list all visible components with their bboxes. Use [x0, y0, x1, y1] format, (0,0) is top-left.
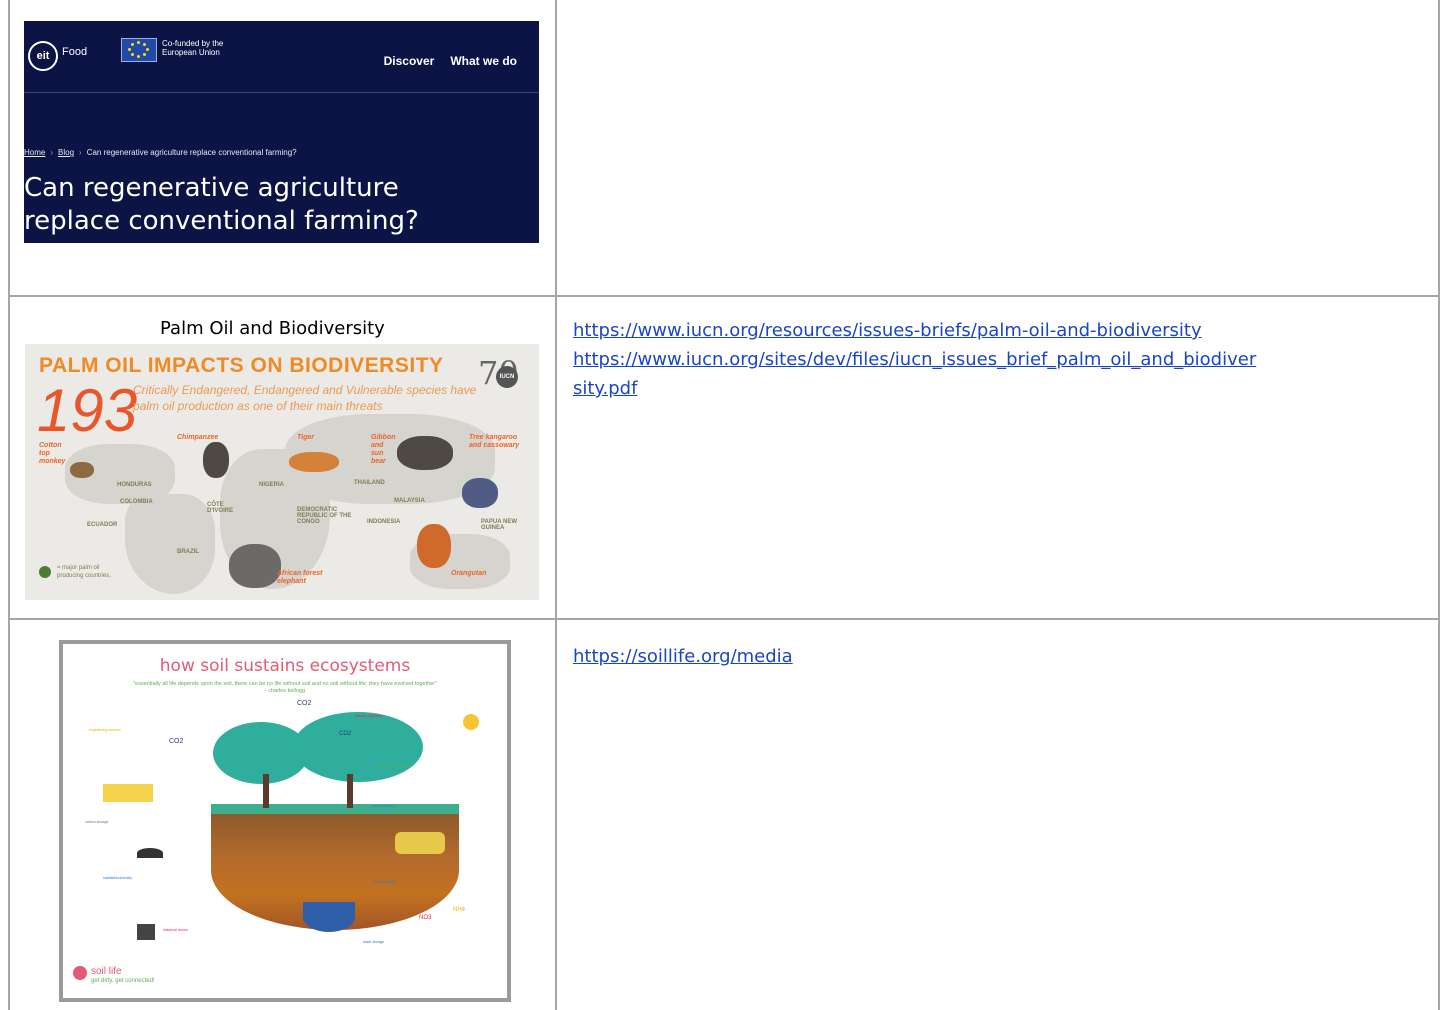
country-colombia: COLOMBIA	[120, 499, 153, 505]
infographic-title: PALM OIL IMPACTS ON BIODIVERSITY	[39, 354, 444, 377]
nav-discover: Discover	[383, 54, 435, 68]
table-border-right	[1438, 0, 1440, 1010]
tree-canopy-right	[293, 712, 423, 782]
breadcrumb-separator: ›	[79, 148, 82, 157]
label-cotton-top-monkey: Cotton top monkey	[39, 442, 66, 465]
country-thailand: THAILAND	[354, 480, 385, 486]
pdf-link-line-2: sity.pdf	[573, 378, 638, 399]
label-engineering-medium: engineering medium	[89, 728, 121, 732]
label-african-forest-elephant: African forest elephant	[277, 570, 323, 585]
label-tree-kangaroo-cassowary: Tree kangaroo and cassowary	[469, 434, 520, 449]
label-nutrient-cycling: nutrient cycling	[373, 880, 397, 884]
label-gibbon-sun-bear: Gibbon and sun bear	[371, 434, 396, 465]
water-pool	[303, 902, 355, 932]
species-count: 193	[37, 377, 138, 444]
country-ecuador: ECUADOR	[87, 522, 118, 528]
country-malaysia: MALAYSIA	[394, 498, 425, 504]
nav-what-we-do: What we do	[450, 54, 517, 68]
chem-co2-3: CO2	[339, 731, 352, 737]
country-cote-divoire: CÔTE D'IVOIRE	[207, 502, 234, 514]
eit-food-screenshot: eit Food Co-funded by the European Union…	[24, 21, 539, 243]
tree-trunk-left	[263, 774, 269, 808]
breadcrumb-blog: Blog	[58, 148, 75, 157]
tree-trunk-right	[347, 774, 353, 808]
label-tiger: Tiger	[297, 434, 314, 441]
soil-title: how soil sustains ecosystems	[159, 656, 411, 676]
breadcrumb-separator: ›	[50, 148, 54, 157]
iucn-logo-icon: IUCN	[496, 366, 518, 388]
table-border-left	[8, 0, 10, 1010]
label-water-filtration: water filtration	[373, 804, 395, 808]
table-row-divider-1	[8, 295, 1440, 297]
monkey-icon	[70, 462, 94, 478]
breadcrumb-home: Home	[24, 148, 46, 157]
eu-cofunded-text: Co-funded by the European Union	[162, 39, 224, 57]
elephant-icon	[229, 544, 281, 588]
country-indonesia: INDONESIA	[367, 519, 401, 525]
label-medium-for-plant-growth: medium for plant growth	[373, 764, 411, 768]
palm-oil-infographic: PALM OIL IMPACTS ON BIODIVERSITY 193 Cri…	[25, 344, 539, 600]
rocks-icon	[395, 832, 445, 854]
table-row-divider-2	[8, 618, 1440, 620]
chem-co2-2: CO2	[169, 738, 184, 745]
soil-life-tagline: get dirty. get connected!	[91, 978, 155, 984]
label-habitat-biodiversity: habitat/biodiversity	[103, 876, 132, 880]
iucn-issues-brief-pdf-link[interactable]: https://www.iucn.org/sites/dev/files/iuc…	[573, 345, 1418, 403]
sun-icon	[463, 714, 479, 730]
label-historical-record: historical record	[163, 928, 188, 932]
eu-flag-icon	[121, 38, 157, 62]
carbon-mound-icon	[137, 848, 163, 858]
label-water-storage: water storage	[363, 940, 385, 944]
tiger-icon	[289, 452, 339, 472]
eit-logo: eit	[28, 41, 58, 71]
legend-dot	[39, 566, 51, 578]
country-honduras: HONDURAS	[117, 482, 152, 488]
soil-quote: "essentially all life depends upon the s…	[133, 681, 437, 694]
country-papua-new-guinea: PAPUA NEW GUINEA	[481, 519, 517, 531]
iucn-issues-brief-link[interactable]: https://www.iucn.org/resources/issues-br…	[573, 316, 1202, 345]
historical-building-icon	[137, 924, 155, 940]
label-orangutan: Orangutan	[451, 570, 487, 577]
label-carbon-storage: carbon storage	[85, 820, 109, 824]
chem-co2-1: CO2	[297, 700, 312, 707]
pdf-link-line-1: https://www.iucn.org/sites/dev/files/iuc…	[573, 349, 1257, 370]
soil-life-logo-icon	[73, 966, 87, 980]
country-nigeria: NIGERIA	[259, 482, 285, 488]
eit-nav: Discover What we do	[368, 54, 517, 68]
chimpanzee-icon	[203, 442, 229, 478]
soil-infographic: how soil sustains ecosystems "essentiall…	[59, 640, 511, 1002]
iucn-70-badge: 70IUCN	[478, 354, 519, 392]
label-climate-regulation: climate regulation	[355, 714, 383, 718]
palm-oil-caption: Palm Oil and Biodiversity	[160, 318, 385, 339]
soil-life-brand: soil life	[91, 966, 122, 977]
chem-no3: NO3	[419, 915, 432, 921]
country-brazil: BRAZIL	[177, 549, 199, 555]
orangutan-icon	[417, 524, 451, 568]
breadcrumb: Home › Blog › Can regenerative agriculture r…	[24, 148, 297, 157]
breadcrumb-current: Can regenerative agriculture replace con…	[86, 148, 297, 157]
land-americas-south	[125, 494, 215, 594]
chem-nh4: NH4	[453, 907, 466, 913]
country-drc: DEMOCRATIC REPUBLIC OF THE CONGO	[297, 507, 352, 525]
cassowary-icon	[462, 478, 498, 508]
label-chimpanzee: Chimpanzee	[177, 434, 219, 441]
gibbon-sunbear-icon	[397, 436, 453, 470]
page-title: Can regenerative agriculture replace con…	[24, 173, 419, 236]
species-description: Critically Endangered, Endangered and Vu…	[133, 383, 477, 413]
table-border-middle	[555, 0, 557, 1010]
buildings-icon	[103, 784, 153, 802]
eit-divider	[24, 92, 539, 93]
soillife-media-link[interactable]: https://soillife.org/media	[573, 642, 793, 671]
legend-text: = major palm oil producing countries.	[57, 565, 112, 579]
eit-brand: Food	[62, 46, 88, 58]
